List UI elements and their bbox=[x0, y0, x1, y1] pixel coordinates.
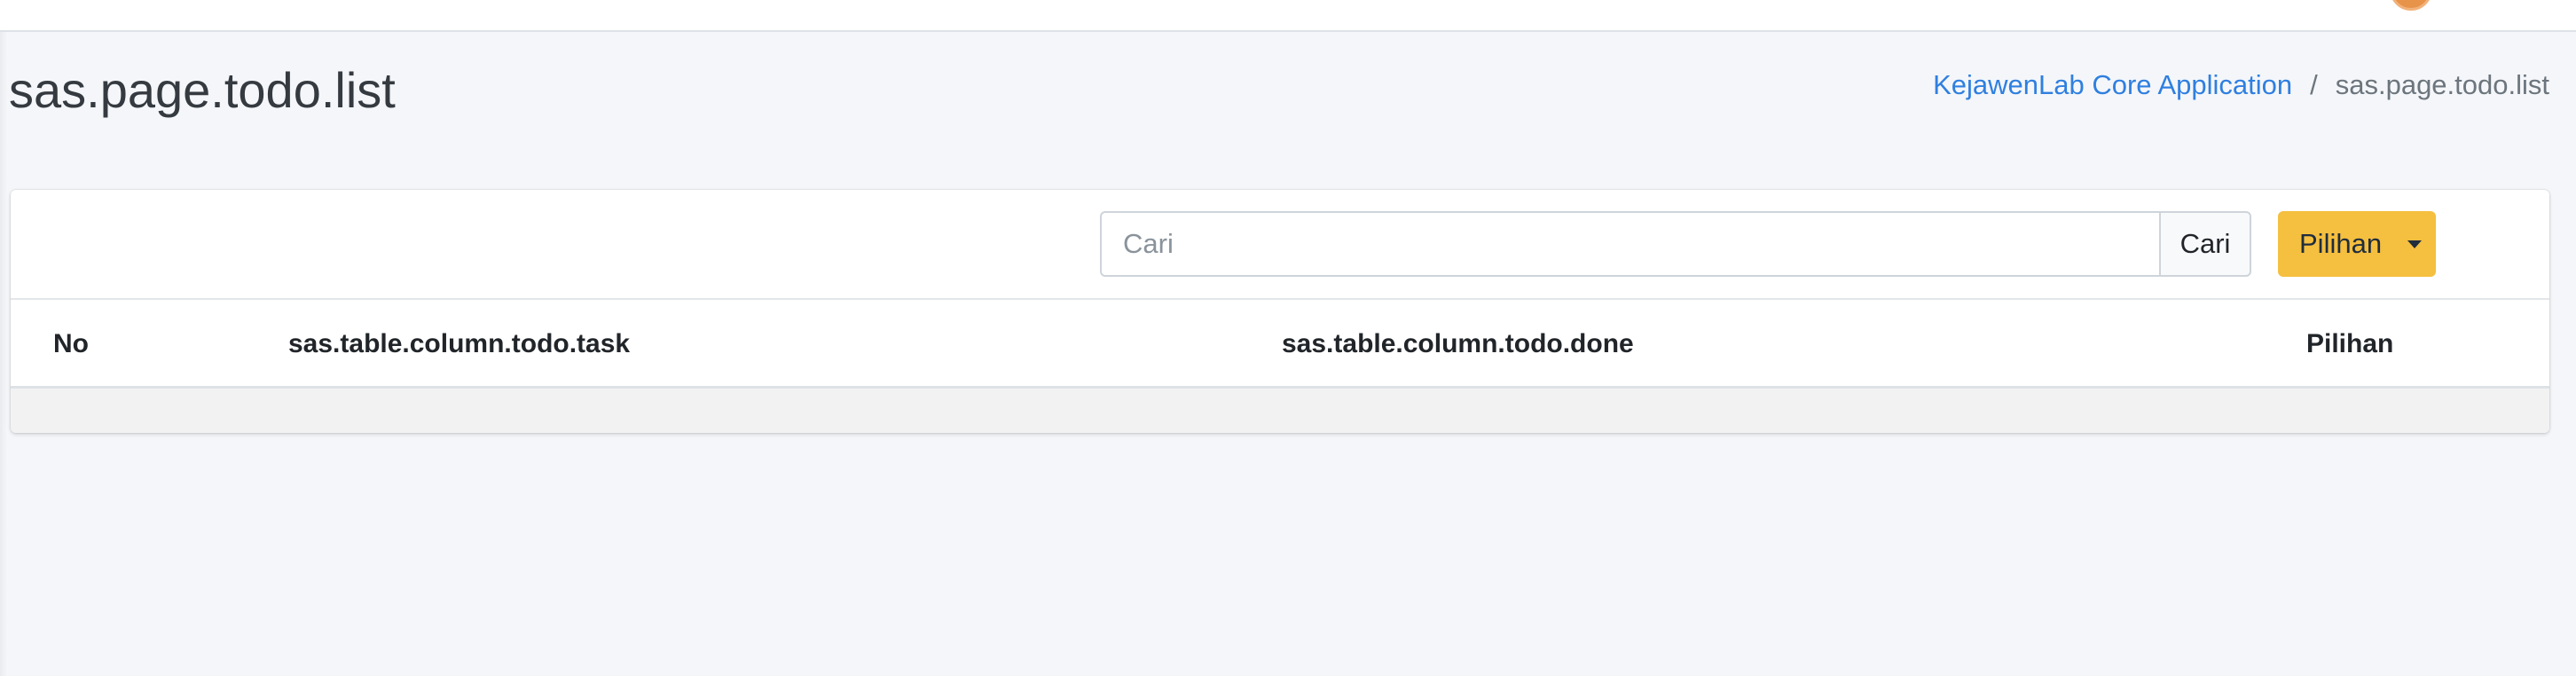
card-toolbar: Cari Pilihan bbox=[11, 190, 2549, 300]
caret-down-icon bbox=[2407, 240, 2422, 248]
options-button-label: Pilihan bbox=[2299, 228, 2383, 259]
user-avatar[interactable] bbox=[2390, 0, 2432, 11]
table-empty-row bbox=[11, 389, 2549, 433]
sidebar-edge bbox=[0, 32, 7, 676]
column-header-options: Pilihan bbox=[2306, 329, 2394, 358]
page-title: sas.page.todo.list bbox=[9, 62, 396, 118]
breadcrumb: KejawenLab Core Application / sas.page.tod… bbox=[1933, 67, 2549, 103]
search-group: Cari bbox=[1100, 211, 2251, 277]
column-header-no[interactable]: No bbox=[53, 328, 89, 360]
search-button[interactable]: Cari bbox=[2159, 211, 2251, 277]
breadcrumb-current: sas.page.todo.list bbox=[2335, 69, 2549, 100]
table-header-row: No sas.table.column.todo.task sas.table.… bbox=[11, 300, 2549, 389]
top-navbar bbox=[0, 0, 2576, 32]
breadcrumb-home-link[interactable]: KejawenLab Core Application bbox=[1933, 69, 2292, 100]
options-dropdown-button[interactable]: Pilihan bbox=[2278, 211, 2436, 277]
search-input[interactable] bbox=[1100, 211, 2159, 277]
todo-list-card: Cari Pilihan No sas.table.column.todo.ta… bbox=[11, 190, 2549, 433]
breadcrumb-separator: / bbox=[2310, 69, 2318, 100]
column-header-task[interactable]: sas.table.column.todo.task bbox=[288, 328, 630, 360]
column-header-done[interactable]: sas.table.column.todo.done bbox=[1282, 328, 1634, 360]
